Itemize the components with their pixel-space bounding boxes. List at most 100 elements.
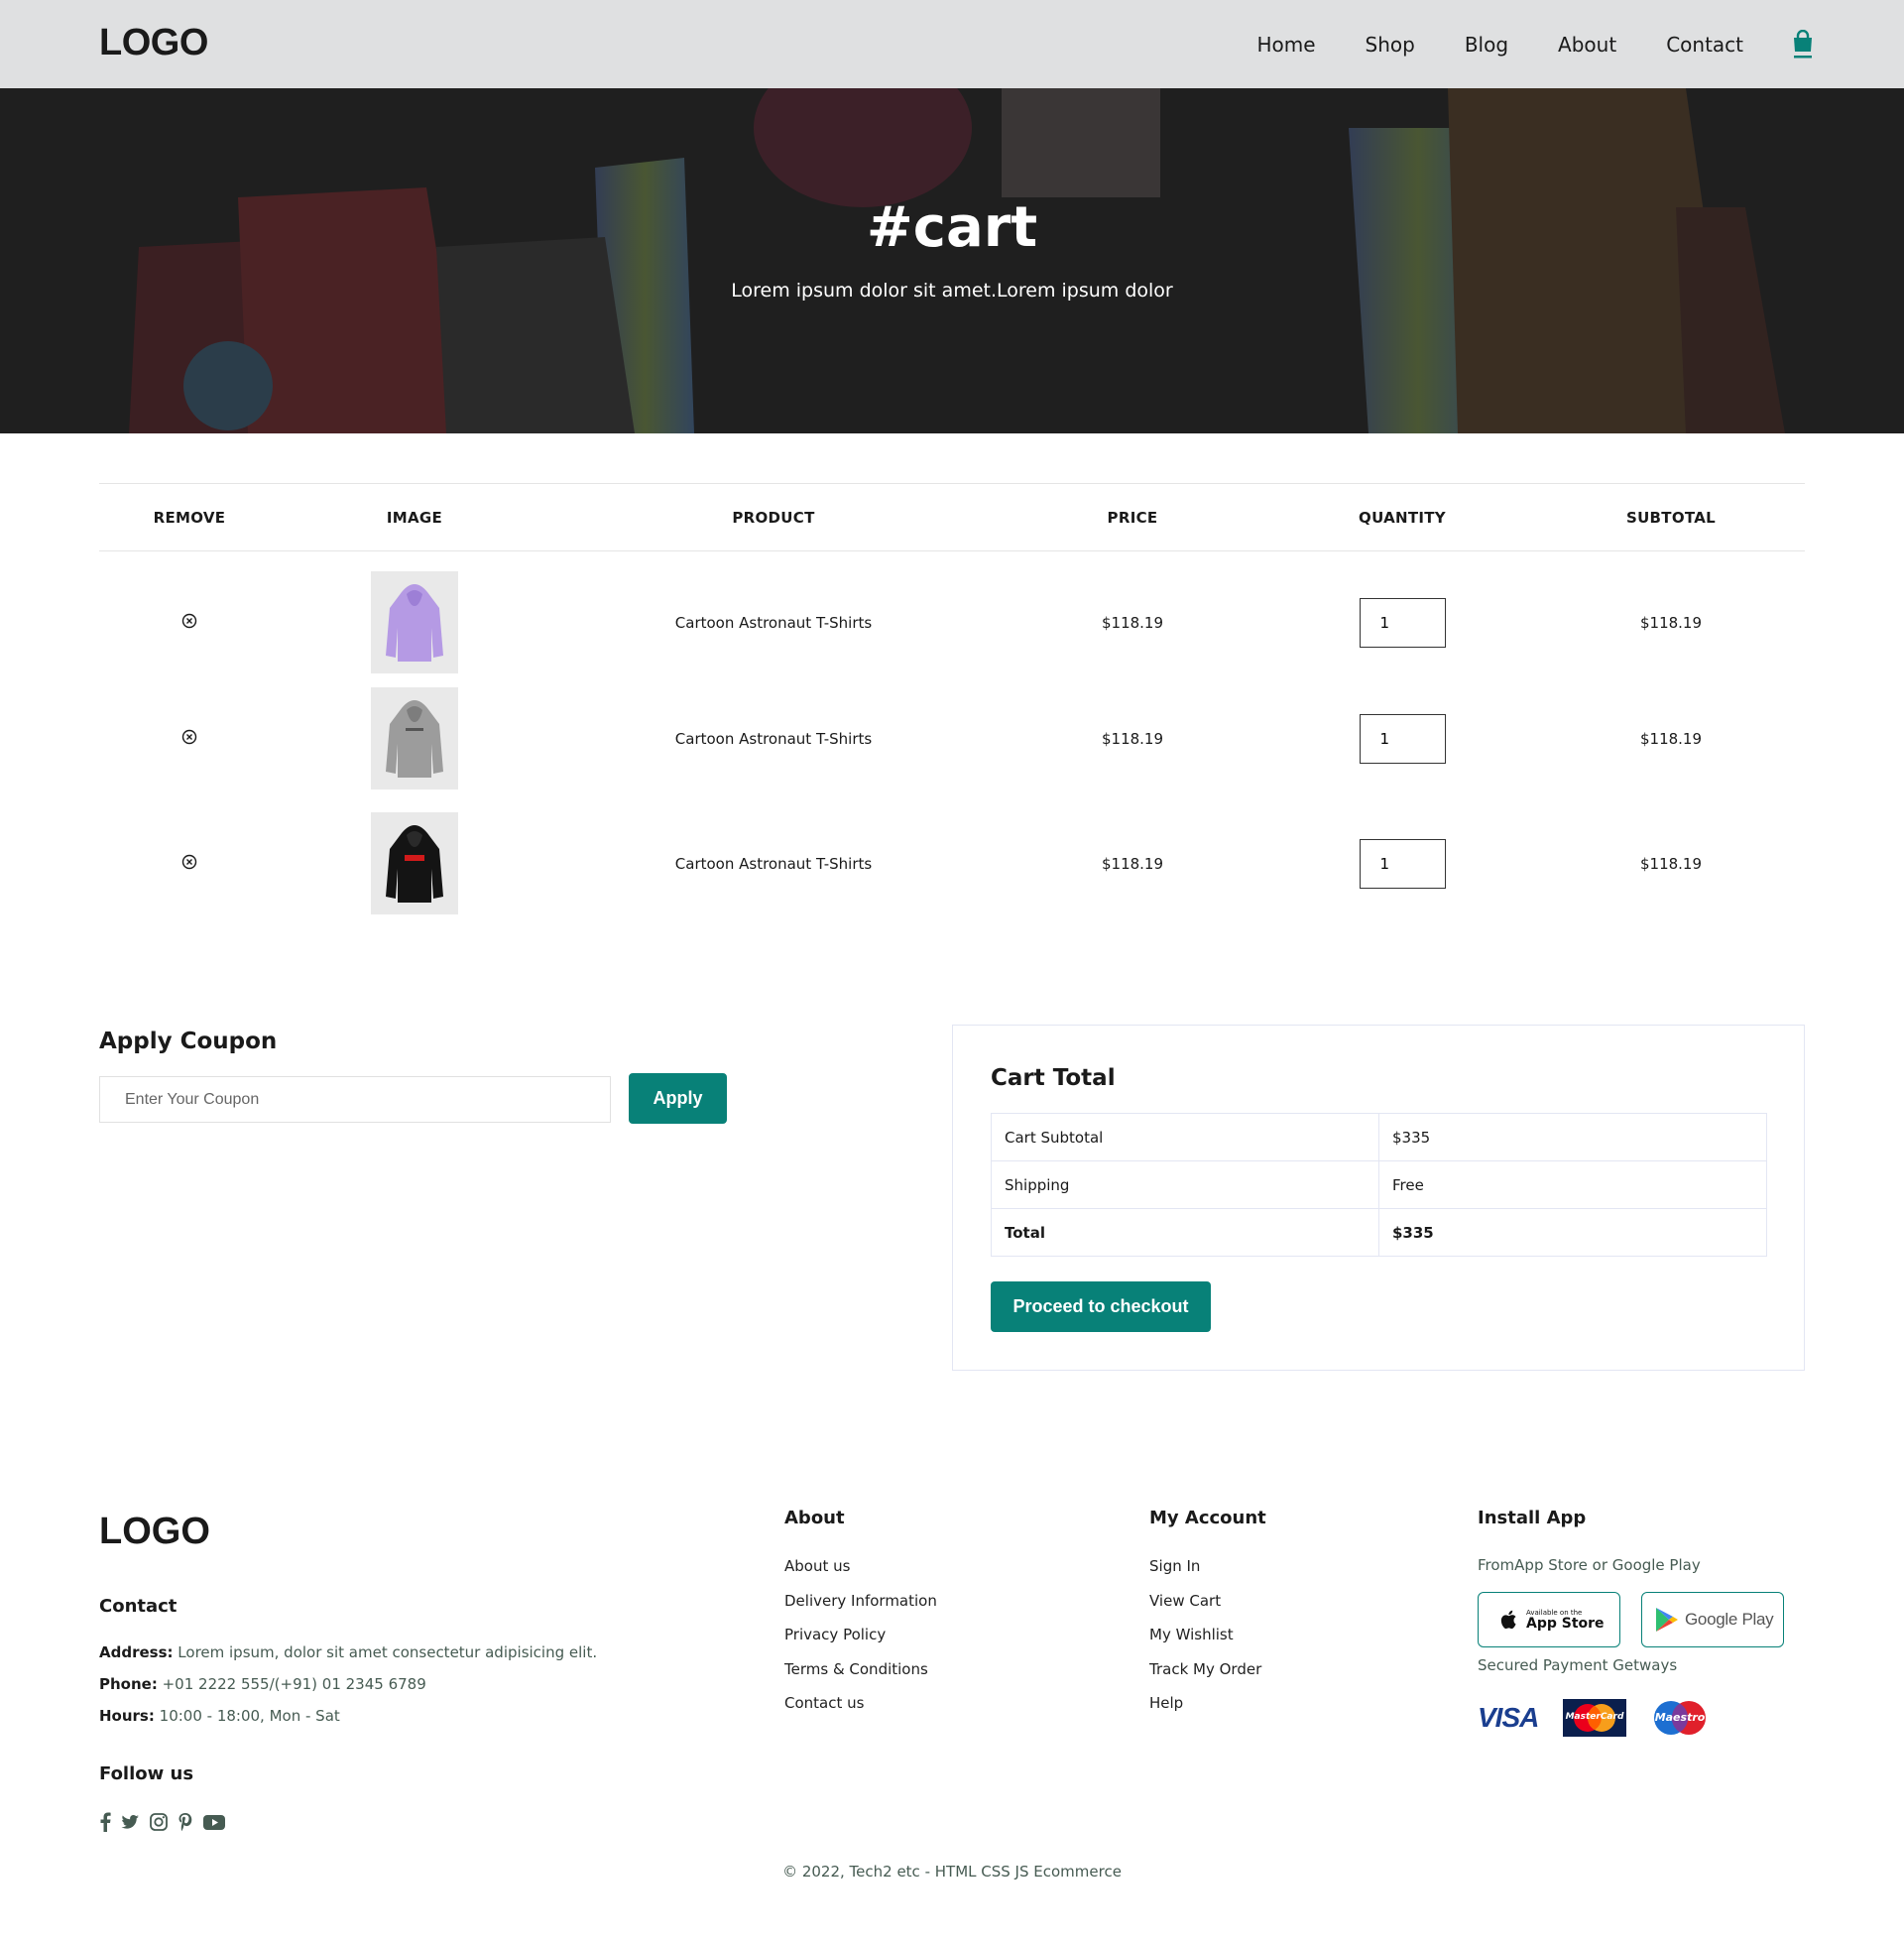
footer-about-heading: About	[784, 1508, 845, 1528]
footer-link-view-cart[interactable]: View Cart	[1149, 1584, 1261, 1619]
total-label: Total	[991, 1208, 1379, 1257]
app-store-label: Available on the App Store	[1526, 1609, 1605, 1631]
col-product: PRODUCT	[732, 508, 815, 527]
quantity-input[interactable]	[1359, 597, 1446, 648]
footer-link-sign-in[interactable]: Sign In	[1149, 1549, 1261, 1584]
apply-coupon-button[interactable]: Apply	[629, 1073, 727, 1124]
address-text: Lorem ipsum, dolor sit amet consectetur …	[178, 1643, 598, 1661]
col-image: IMAGE	[386, 508, 443, 527]
facebook-icon[interactable]	[99, 1812, 111, 1832]
twitter-icon[interactable]	[120, 1812, 140, 1832]
payment-methods: VISA MasterCard Maestro	[1478, 1699, 1712, 1737]
grey-hoodie-image	[386, 700, 443, 778]
footer-phone: Phone: +01 2222 555/(+91) 01 2345 6789	[99, 1675, 426, 1693]
footer-link-terms[interactable]: Terms & Conditions	[784, 1652, 937, 1687]
hours-label: Hours:	[99, 1707, 155, 1725]
shopping-bag-icon[interactable]	[1791, 29, 1815, 60]
nav-home[interactable]: Home	[1256, 33, 1315, 57]
nav-contact[interactable]: Contact	[1666, 33, 1743, 57]
page-title: #cart	[866, 195, 1038, 260]
cart-total-heading: Cart Total	[991, 1065, 1116, 1091]
cart-table: REMOVE IMAGE PRODUCT PRICE QUANTITY SUBT…	[99, 483, 1805, 926]
mastercard-logo: MasterCard	[1563, 1699, 1626, 1737]
footer-link-wishlist[interactable]: My Wishlist	[1149, 1618, 1261, 1652]
total-value: $335	[1378, 1208, 1767, 1257]
footer-about-links: About us Delivery Information Privacy Po…	[784, 1549, 937, 1721]
footer-link-about-us[interactable]: About us	[784, 1549, 937, 1584]
coupon-heading: Apply Coupon	[99, 1029, 278, 1054]
footer-link-help[interactable]: Help	[1149, 1686, 1261, 1721]
footer-install-heading: Install App	[1478, 1508, 1587, 1528]
instagram-icon[interactable]	[149, 1812, 169, 1832]
follow-us-heading: Follow us	[99, 1763, 194, 1784]
youtube-icon[interactable]	[202, 1812, 226, 1832]
shipping-label: Shipping	[991, 1160, 1379, 1209]
remove-circle-icon[interactable]	[181, 729, 197, 745]
product-name[interactable]: Cartoon Astronaut T-Shirts	[549, 551, 998, 676]
site-logo[interactable]: LOGO	[99, 22, 208, 64]
footer-link-delivery[interactable]: Delivery Information	[784, 1584, 937, 1619]
col-remove: REMOVE	[153, 508, 226, 527]
footer-logo[interactable]: LOGO	[99, 1511, 210, 1553]
product-name[interactable]: Cartoon Astronaut T-Shirts	[549, 676, 998, 801]
phone-label: Phone:	[99, 1675, 158, 1693]
hero-banner: #cart Lorem ipsum dolor sit amet.Lorem i…	[0, 88, 1904, 433]
cart-subtotal-label: Cart Subtotal	[991, 1113, 1379, 1161]
col-subtotal: SUBTOTAL	[1625, 508, 1717, 527]
purple-hoodie-image	[386, 584, 443, 663]
cart-total-panel: Cart Total Cart Subtotal $335 Shipping F…	[952, 1025, 1805, 1371]
product-price: $118.19	[1101, 613, 1164, 632]
col-price: PRICE	[1107, 508, 1158, 527]
nav-blog[interactable]: Blog	[1465, 33, 1508, 57]
table-row: Cartoon Astronaut T-Shirts $118.19 $118.…	[99, 676, 1805, 801]
cart-subtotal-value: $335	[1378, 1113, 1767, 1161]
visa-logo: VISA	[1478, 1702, 1539, 1733]
nav-about[interactable]: About	[1558, 33, 1616, 57]
footer-link-privacy[interactable]: Privacy Policy	[784, 1618, 937, 1652]
product-image	[371, 687, 458, 789]
product-image	[371, 571, 458, 674]
remove-circle-icon[interactable]	[181, 854, 197, 870]
shipping-value: Free	[1378, 1160, 1767, 1209]
nav-shop[interactable]: Shop	[1366, 33, 1415, 57]
pinterest-icon[interactable]	[178, 1812, 193, 1832]
secure-payment-text: Secured Payment Getways	[1478, 1656, 1678, 1674]
copyright-text: © 2022, Tech2 etc - HTML CSS JS Ecommerc…	[782, 1863, 1122, 1881]
maestro-text: Maestro	[1654, 1711, 1706, 1724]
google-play-text: Google Play	[1685, 1610, 1774, 1629]
google-play-icon	[1656, 1608, 1678, 1632]
product-subtotal: $118.19	[1639, 729, 1703, 748]
coupon-input[interactable]	[99, 1076, 611, 1123]
address-label: Address:	[99, 1643, 174, 1661]
phone-text: +01 2222 555/(+91) 01 2345 6789	[162, 1675, 426, 1693]
product-image	[371, 812, 458, 914]
product-price: $118.19	[1101, 854, 1164, 873]
footer-link-contact[interactable]: Contact us	[784, 1686, 937, 1721]
footer-hours: Hours: 10:00 - 18:00, Mon - Sat	[99, 1707, 340, 1725]
maestro-logo: Maestro	[1648, 1699, 1712, 1737]
install-app-text: FromApp Store or Google Play	[1478, 1556, 1701, 1574]
quantity-input[interactable]	[1359, 838, 1446, 889]
table-row: Cart Subtotal $335	[991, 1113, 1767, 1161]
product-price: $118.19	[1101, 729, 1164, 748]
proceed-to-checkout-button[interactable]: Proceed to checkout	[991, 1281, 1211, 1332]
table-row: Cartoon Astronaut T-Shirts $118.19 $118.…	[99, 801, 1805, 926]
black-hoodie-image	[386, 825, 443, 903]
main-nav: Home Shop Blog About Contact	[1207, 0, 1815, 88]
google-play-button[interactable]: Google Play	[1641, 1592, 1784, 1647]
app-store-button[interactable]: Available on the App Store	[1478, 1592, 1620, 1647]
site-header: LOGO Home Shop Blog About Contact	[0, 0, 1904, 88]
product-name[interactable]: Cartoon Astronaut T-Shirts	[549, 801, 998, 926]
footer-contact-heading: Contact	[99, 1596, 178, 1617]
col-quantity: QUANTITY	[1359, 508, 1446, 527]
hours-text: 10:00 - 18:00, Mon - Sat	[159, 1707, 340, 1725]
footer-address: Address: Lorem ipsum, dolor sit amet con…	[99, 1643, 597, 1661]
product-subtotal: $118.19	[1639, 854, 1703, 873]
remove-circle-icon[interactable]	[181, 613, 197, 629]
apple-icon	[1500, 1610, 1516, 1630]
footer-link-track-order[interactable]: Track My Order	[1149, 1652, 1261, 1687]
quantity-input[interactable]	[1359, 713, 1446, 764]
product-subtotal: $118.19	[1639, 613, 1703, 632]
cart-table-header: REMOVE IMAGE PRODUCT PRICE QUANTITY SUBT…	[99, 483, 1805, 551]
footer-account-links: Sign In View Cart My Wishlist Track My O…	[1149, 1549, 1261, 1721]
